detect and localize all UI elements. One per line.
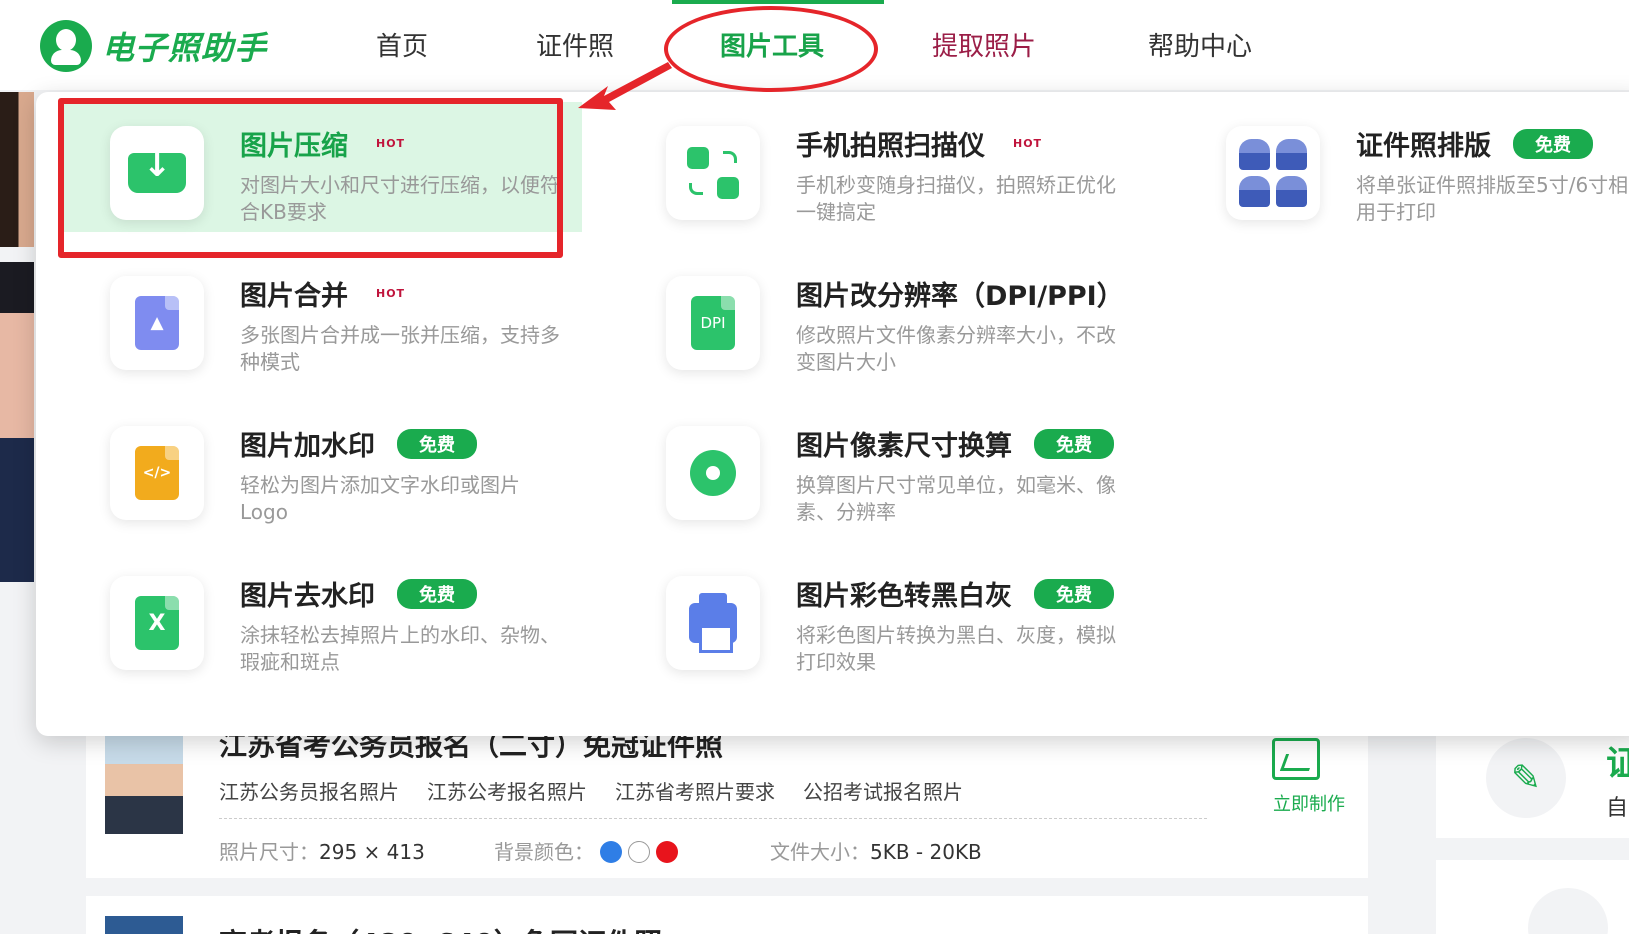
card-thumbnail bbox=[105, 916, 183, 934]
color-swatch-blue bbox=[600, 841, 622, 863]
scan-swap-icon bbox=[666, 126, 760, 220]
tool-photo-layout[interactable]: 证件照排版 免费 将单张证件照排版至5寸/6寸相纸用于打印 bbox=[1178, 102, 1629, 232]
photo-size-value: 295 × 413 bbox=[319, 840, 425, 864]
tool-title: 图片改分辨率（DPI/PPI） bbox=[796, 274, 1124, 313]
card-title[interactable]: 高考报名（480x640）免冠证件照 bbox=[219, 922, 662, 934]
card-divider bbox=[219, 818, 1207, 819]
site-logo[interactable]: 电子照助手 bbox=[40, 20, 267, 72]
tool-add-watermark[interactable]: </> 图片加水印 免费 轻松为图片添加文字水印或图片Logo bbox=[62, 402, 582, 532]
highlight-box bbox=[58, 98, 563, 258]
sample-photo bbox=[0, 92, 34, 247]
id-photo-card[interactable]: 高考报名（480x640）免冠证件照 bbox=[86, 896, 1368, 934]
free-badge: 免费 bbox=[397, 578, 477, 609]
sample-photo bbox=[0, 262, 34, 582]
tool-title-text: 图片像素尺寸换算 bbox=[796, 431, 1012, 462]
tool-title-text: 图片合并 bbox=[240, 281, 348, 312]
user-icon[interactable] bbox=[1528, 888, 1608, 934]
free-badge: 免费 bbox=[1034, 578, 1114, 609]
image-icon[interactable] bbox=[1272, 738, 1320, 780]
tool-title: 图片加水印 免费 bbox=[240, 424, 477, 463]
tool-title: 图片像素尺寸换算 免费 bbox=[796, 424, 1114, 463]
photo-strip bbox=[0, 92, 34, 582]
nav-home[interactable]: 首页 bbox=[376, 26, 428, 63]
tool-title: 图片彩色转黑白灰 免费 bbox=[796, 574, 1114, 613]
code-file-label: </> bbox=[135, 446, 179, 500]
nav-help-center[interactable]: 帮助中心 bbox=[1148, 26, 1252, 63]
file-size: 文件大小：5KB - 20KB bbox=[770, 836, 982, 865]
dpi-file-label: DPI bbox=[691, 296, 735, 350]
side-text: 自 bbox=[1606, 796, 1629, 821]
free-badge: 免费 bbox=[1034, 428, 1114, 459]
tool-desc: 轻松为图片添加文字水印或图片Logo bbox=[240, 473, 520, 524]
tool-desc: 将彩色图片转换为黑白、灰度，模拟打印效果 bbox=[796, 623, 1116, 674]
card-thumbnail bbox=[105, 734, 183, 834]
card-tags: 江苏公务员报名照片 江苏公考报名照片 江苏省考照片要求 公招考试报名照片 bbox=[219, 776, 963, 805]
tool-title-text: 图片加水印 bbox=[240, 431, 375, 462]
printer-icon bbox=[666, 576, 760, 670]
card-tag[interactable]: 江苏公务员报名照片 bbox=[219, 776, 399, 805]
tool-title-text: 手机拍照扫描仪 bbox=[796, 131, 985, 162]
tool-title-text: 证件照排版 bbox=[1356, 131, 1491, 162]
photo-layout-icon bbox=[1226, 126, 1320, 220]
card-tag[interactable]: 江苏省考照片要求 bbox=[615, 776, 775, 805]
active-nav-indicator bbox=[672, 0, 884, 4]
tool-title-text: 图片改分辨率（DPI/PPI） bbox=[796, 281, 1124, 312]
edit-icon[interactable]: ✎ bbox=[1486, 738, 1566, 818]
excel-file-icon: X bbox=[110, 576, 204, 670]
logo-person-icon bbox=[40, 20, 92, 72]
tool-grayscale[interactable]: 图片彩色转黑白灰 免费 将彩色图片转换为黑白、灰度，模拟打印效果 bbox=[618, 552, 1138, 682]
logo-text: 电子照助手 bbox=[102, 29, 268, 67]
code-file-icon: </> bbox=[110, 426, 204, 520]
disc-icon bbox=[666, 426, 760, 520]
tool-phone-scanner[interactable]: 手机拍照扫描仪 HOT 手机秒变随身扫描仪，拍照矫正优化一键搞定 bbox=[618, 102, 1138, 232]
tool-title: 手机拍照扫描仪 HOT bbox=[796, 124, 1042, 163]
free-badge: 免费 bbox=[1513, 128, 1593, 159]
nav-extract-photo[interactable]: 提取照片 bbox=[932, 26, 1036, 63]
make-now-button[interactable]: 立即制作 bbox=[1273, 790, 1345, 816]
highlight-ellipse bbox=[664, 6, 878, 92]
tool-title-text: 图片彩色转黑白灰 bbox=[796, 581, 1012, 612]
hot-badge: HOT bbox=[1013, 137, 1043, 150]
tool-desc: 修改照片文件像素分辨率大小，不改变图片大小 bbox=[796, 323, 1116, 374]
photo-size: 照片尺寸：295 × 413 bbox=[219, 836, 425, 865]
tool-remove-watermark[interactable]: X 图片去水印 免费 涂抹轻松去掉照片上的水印、杂物、瑕疵和斑点 bbox=[62, 552, 582, 682]
image-merge-icon: ▲ bbox=[110, 276, 204, 370]
tool-title-text: 图片去水印 bbox=[240, 581, 375, 612]
card-tag[interactable]: 江苏公考报名照片 bbox=[427, 776, 587, 805]
tool-title: 图片去水印 免费 bbox=[240, 574, 477, 613]
file-size-label: 文件大小： bbox=[770, 840, 870, 864]
background-colors: 背景颜色： bbox=[494, 836, 678, 865]
highlight-arrow-icon bbox=[578, 62, 672, 110]
tool-desc: 手机秒变随身扫描仪，拍照矫正优化一键搞定 bbox=[796, 173, 1116, 224]
tool-title: 证件照排版 免费 bbox=[1356, 124, 1593, 163]
tool-title: 图片合并 HOT bbox=[240, 274, 405, 313]
tool-desc: 换算图片尺寸常见单位，如毫米、像素、分辨率 bbox=[796, 473, 1116, 524]
tool-change-dpi[interactable]: DPI 图片改分辨率（DPI/PPI） 修改照片文件像素分辨率大小，不改变图片大… bbox=[618, 252, 1138, 382]
tool-image-merge[interactable]: ▲ 图片合并 HOT 多张图片合并成一张并压缩，支持多种模式 bbox=[62, 252, 582, 382]
tool-desc: 多张图片合并成一张并压缩，支持多种模式 bbox=[240, 323, 560, 374]
tool-pixel-convert[interactable]: 图片像素尺寸换算 免费 换算图片尺寸常见单位，如毫米、像素、分辨率 bbox=[618, 402, 1138, 532]
hot-badge: HOT bbox=[376, 287, 406, 300]
free-badge: 免费 bbox=[397, 428, 477, 459]
color-swatch-white bbox=[628, 841, 650, 863]
tool-desc: 涂抹轻松去掉照片上的水印、杂物、瑕疵和斑点 bbox=[240, 623, 560, 674]
excel-file-label: X bbox=[135, 596, 179, 650]
file-size-value: 5KB - 20KB bbox=[870, 840, 982, 864]
side-title: 证 bbox=[1606, 744, 1629, 784]
dpi-file-icon: DPI bbox=[666, 276, 760, 370]
tool-desc: 将单张证件照排版至5寸/6寸相纸用于打印 bbox=[1356, 173, 1629, 224]
photo-size-label: 照片尺寸： bbox=[219, 840, 319, 864]
color-swatch-red bbox=[656, 841, 678, 863]
bg-color-label: 背景颜色： bbox=[494, 840, 594, 864]
card-tag[interactable]: 公招考试报名照片 bbox=[803, 776, 963, 805]
side-panel bbox=[1436, 860, 1629, 934]
